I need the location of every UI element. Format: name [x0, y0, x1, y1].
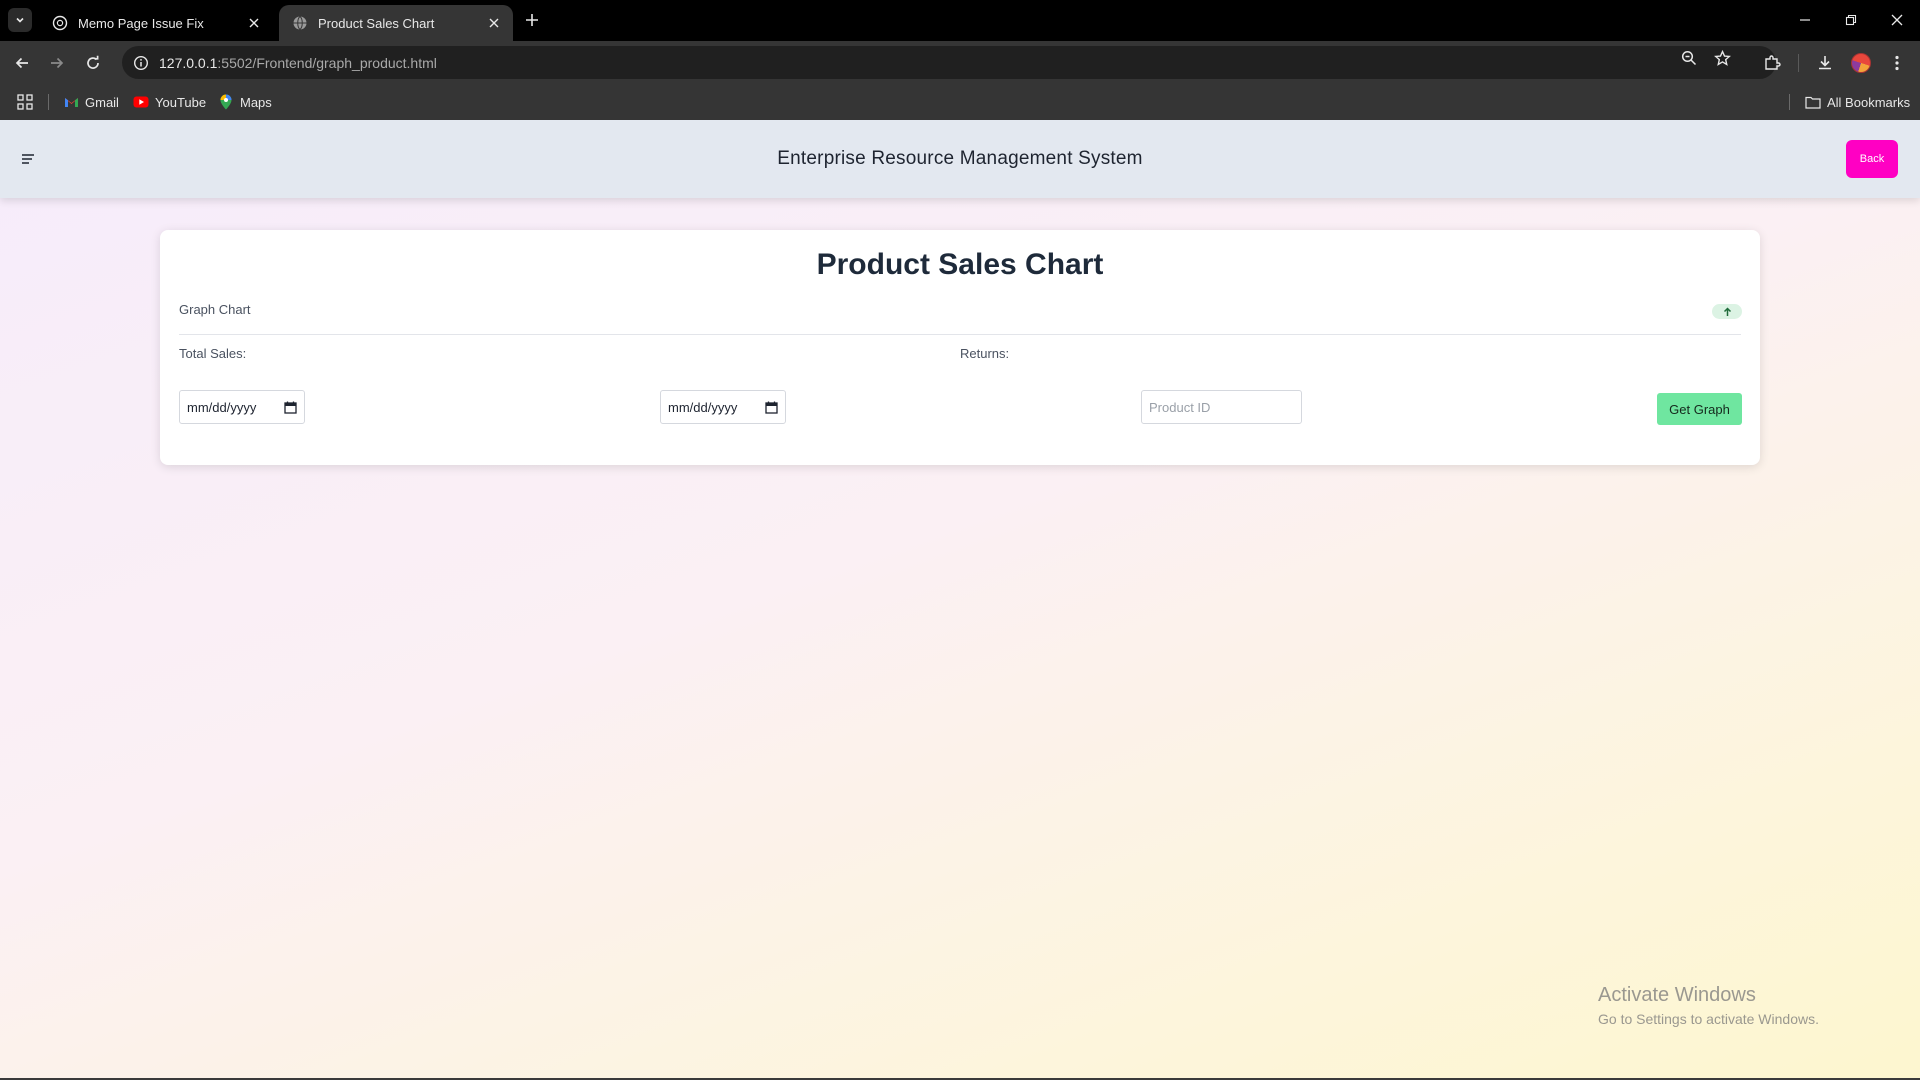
youtube-icon: [133, 94, 149, 110]
reload-icon: [87, 55, 99, 69]
new-tab-button[interactable]: [520, 8, 544, 32]
close-window-button[interactable]: [1877, 6, 1917, 34]
url-path: :5502/Frontend/graph_product.html: [217, 54, 437, 71]
end-date-value: mm/dd/yyyy: [668, 399, 738, 415]
restore-button[interactable]: [1831, 6, 1871, 34]
get-graph-button[interactable]: Get Graph: [1657, 393, 1742, 425]
minimize-button[interactable]: [1785, 6, 1825, 34]
browser-toolbar: 127.0.0.1:5502/Frontend/graph_product.ht…: [0, 41, 1920, 84]
download-icon[interactable]: [1811, 49, 1839, 77]
total-sales-label: Total Sales:: [179, 346, 247, 361]
back-button[interactable]: Back: [1846, 140, 1898, 178]
address-bar[interactable]: 127.0.0.1:5502/Frontend/graph_product.ht…: [122, 46, 1776, 79]
tab-strip: Memo Page Issue Fix Product Sales Chart: [0, 0, 1920, 41]
bookmarks-bar: Gmail YouTube Maps All Bookmarks: [0, 84, 1920, 120]
apps-grid-icon: [17, 94, 33, 110]
close-icon[interactable]: [245, 14, 263, 32]
maps-icon: [218, 94, 234, 110]
profile-avatar[interactable]: [1851, 53, 1871, 73]
folder-icon: [1805, 94, 1821, 110]
windows-activation-watermark: Activate Windows Go to Settings to activ…: [1598, 984, 1819, 1027]
calendar-icon[interactable]: [764, 400, 778, 414]
tab-search-button[interactable]: [8, 8, 32, 32]
menu-icon: [22, 154, 34, 164]
sales-chart-card: Product Sales Chart Graph Chart Total Sa…: [160, 230, 1760, 465]
collapse-toggle[interactable]: [1712, 304, 1742, 319]
returns-label: Returns:: [960, 346, 1010, 361]
minimize-icon: [1800, 19, 1810, 21]
tab-title: Memo Page Issue Fix: [78, 15, 204, 31]
section-divider: [179, 334, 1741, 335]
bookmark-youtube[interactable]: YouTube: [133, 92, 206, 112]
app-title: Enterprise Resource Management System: [777, 148, 1143, 169]
start-date-input[interactable]: mm/dd/yyyy: [179, 390, 305, 424]
bookmark-label: Gmail: [85, 94, 119, 110]
watermark-subtitle: Go to Settings to activate Windows.: [1598, 1011, 1819, 1027]
gmail-icon: [63, 94, 79, 110]
calendar-icon[interactable]: [283, 400, 297, 414]
graph-chart-label: Graph Chart: [179, 302, 251, 317]
tab-title: Product Sales Chart: [318, 15, 435, 31]
close-icon: [1891, 14, 1903, 26]
reload-button[interactable]: [79, 49, 107, 77]
close-icon[interactable]: [485, 14, 503, 32]
bookmark-label: YouTube: [155, 94, 207, 110]
url-text: 127.0.0.1:5502/Frontend/graph_product.ht…: [159, 55, 437, 71]
plus-icon: [526, 14, 538, 26]
bookmark-maps[interactable]: Maps: [218, 92, 272, 112]
url-host: 127.0.0.1: [159, 54, 218, 71]
page-title: Product Sales Chart: [816, 248, 1104, 281]
toolbar-divider: [1798, 54, 1799, 72]
chevron-down-icon: [16, 17, 24, 23]
start-date-value: mm/dd/yyyy: [187, 399, 257, 415]
bookmark-star-icon[interactable]: [1712, 48, 1732, 68]
globe-icon: [293, 16, 307, 30]
arrow-left-icon: [15, 57, 28, 69]
kebab-menu-icon[interactable]: [1883, 49, 1911, 77]
bookmark-label: Maps: [240, 94, 272, 110]
bookmarks-divider: [48, 94, 49, 110]
bookmarks-divider: [1789, 94, 1790, 110]
zoom-icon[interactable]: [1679, 48, 1699, 68]
app-header: Enterprise Resource Management System Ba…: [0, 120, 1920, 198]
chatgpt-icon: [52, 15, 68, 31]
tab-memo-page[interactable]: Memo Page Issue Fix: [39, 5, 273, 41]
all-bookmarks-button[interactable]: All Bookmarks: [1805, 92, 1910, 112]
apps-button[interactable]: [17, 92, 33, 112]
all-bookmarks-label: All Bookmarks: [1827, 94, 1911, 110]
extensions-icon[interactable]: [1758, 49, 1786, 77]
menu-toggle-button[interactable]: [18, 149, 38, 169]
forward-nav-button[interactable]: [43, 49, 71, 77]
end-date-input[interactable]: mm/dd/yyyy: [660, 390, 786, 424]
arrow-right-icon: [51, 57, 64, 69]
page-viewport: Enterprise Resource Management System Ba…: [0, 120, 1920, 1078]
tab-product-sales-chart[interactable]: Product Sales Chart: [279, 5, 513, 41]
back-nav-button[interactable]: [8, 49, 36, 77]
arrow-up-icon: [1723, 306, 1731, 316]
restore-icon: [1845, 14, 1857, 26]
site-info-icon[interactable]: [131, 53, 151, 73]
bookmark-gmail[interactable]: Gmail: [63, 92, 119, 112]
product-id-input[interactable]: [1141, 390, 1302, 424]
watermark-title: Activate Windows: [1598, 984, 1756, 1006]
